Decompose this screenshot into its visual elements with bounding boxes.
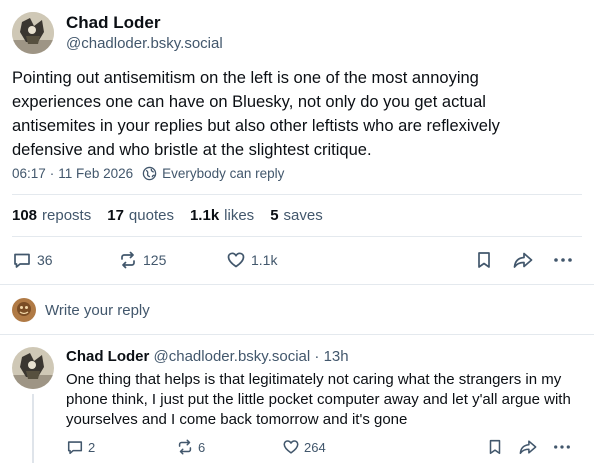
reply-like-count: 264 (304, 439, 326, 455)
reposts-count: 108 (12, 207, 38, 224)
post-time[interactable]: 06:17 (12, 166, 46, 181)
reply-header: Chad Loder @chadloder.bsky.social · 13h (66, 347, 349, 367)
speech-bubble-icon (67, 441, 83, 455)
saves-label: saves (283, 207, 323, 224)
reply-reply-button[interactable]: 2 (66, 438, 95, 456)
saves-stat: 5 saves (270, 207, 323, 224)
post-date[interactable]: 11 Feb 2026 (58, 166, 133, 181)
reply-button[interactable]: 36 (12, 250, 53, 270)
like-button[interactable]: 1.1k (226, 250, 277, 270)
author-handle[interactable]: @chadloder.bsky.social (66, 34, 223, 54)
repost-arrows-icon (178, 439, 192, 455)
reply-bookmark-button[interactable] (486, 438, 504, 456)
saves-count: 5 (270, 207, 279, 224)
heart-icon (283, 440, 299, 454)
bookmark-icon (478, 252, 490, 268)
likes-count: 1.1k (189, 207, 220, 224)
reposts-stat[interactable]: 108 reposts (12, 207, 91, 224)
reply-like-button[interactable]: 264 (282, 438, 326, 456)
likes-stat[interactable]: 1.1k likes (190, 207, 254, 224)
likes-label: likes (224, 207, 255, 224)
reply-reply-count: 2 (88, 439, 96, 455)
share-button[interactable] (512, 250, 534, 270)
reply-actions: 2 6 264 (66, 438, 578, 456)
author-avatar[interactable] (12, 12, 54, 54)
like-count: 1.1k (251, 252, 278, 268)
reply-time[interactable]: 13h (324, 348, 349, 365)
more-options-button[interactable] (552, 250, 574, 270)
divider (12, 236, 582, 237)
bookmark-button[interactable] (474, 250, 494, 270)
repost-arrows-icon (121, 251, 135, 269)
write-reply-prompt[interactable]: Write your reply (12, 298, 150, 322)
more-dots-icon (554, 258, 572, 262)
thread-line (32, 394, 34, 463)
bookmark-icon (489, 439, 501, 455)
reply-author-name[interactable]: Chad Loder (66, 348, 149, 365)
author-display-name[interactable]: Chad Loder (66, 12, 223, 34)
reply-separator: · (314, 348, 320, 365)
quotes-label: quotes (128, 207, 174, 224)
reposts-label: reposts (42, 207, 92, 224)
reply-text: One thing that helps is that legitimatel… (66, 371, 571, 428)
write-reply-placeholder[interactable]: Write your reply (45, 302, 150, 319)
post-actions: 36 125 1.1k (12, 250, 576, 272)
current-user-avatar (12, 298, 36, 322)
reply-repost-button[interactable]: 6 (176, 438, 205, 456)
post-stats: 108 reposts 17 quotes 1.1k likes 5 saves (12, 207, 339, 224)
reply-author-handle[interactable]: @chadloder.bsky.social (154, 348, 311, 365)
divider (0, 334, 594, 335)
speech-bubble-icon (14, 253, 30, 268)
share-arrow-icon (513, 252, 533, 268)
reply-share-button[interactable] (518, 438, 538, 456)
reply-repost-count: 6 (198, 439, 206, 455)
reply-author-avatar[interactable] (12, 347, 54, 389)
heart-icon (227, 252, 245, 268)
post-header: Chad Loder @chadloder.bsky.social (12, 12, 223, 54)
post-meta: 06:17 · 11 Feb 2026 Everybody can reply (12, 166, 284, 181)
share-arrow-icon (519, 440, 537, 455)
repost-button[interactable]: 125 (118, 250, 166, 270)
more-dots-icon (554, 445, 570, 449)
quotes-stat[interactable]: 17 quotes (107, 207, 174, 224)
repost-count: 125 (143, 252, 167, 268)
reply-more-options-button[interactable] (552, 438, 572, 456)
quotes-count: 17 (107, 207, 124, 224)
divider (12, 194, 582, 195)
divider (0, 284, 594, 285)
globe-icon (142, 166, 157, 181)
reply-count: 36 (37, 252, 53, 268)
reply-setting[interactable]: Everybody can reply (162, 166, 284, 181)
post-thread-view: Chad Loder @chadloder.bsky.social Pointi… (0, 0, 594, 463)
post-text: Pointing out antisemitism on the left is… (12, 69, 500, 159)
meta-separator: · (49, 166, 55, 181)
